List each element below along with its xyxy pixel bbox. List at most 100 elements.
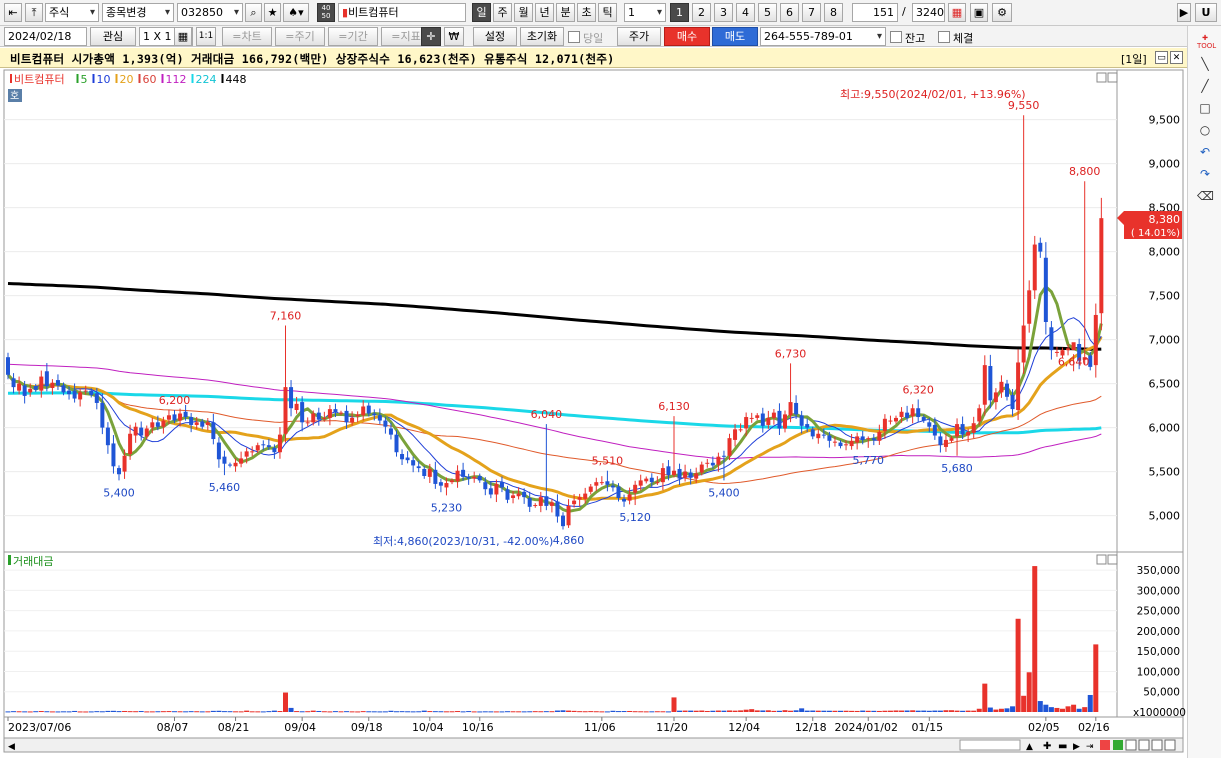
candle-body [605,481,610,485]
circle-tool-icon[interactable]: ○ [1197,122,1213,138]
compare-icon[interactable]: ▦ [948,3,966,22]
sell-button[interactable]: 매도 [712,27,758,46]
display-count-input[interactable]: 151 [852,3,898,22]
minus-icon[interactable]: ▬ [1058,741,1067,752]
copy-icon[interactable] [1151,739,1163,751]
legend-swatch [115,74,118,83]
save-icon[interactable]: ▣ [970,3,988,22]
excel-icon[interactable] [1113,740,1123,750]
search-icon[interactable]: ⌕ [245,3,262,22]
change-stock-select[interactable]: 종목변경 [102,3,174,22]
volume-bar [1037,701,1043,712]
date-field[interactable]: 2024/02/18 [4,27,87,46]
layout-button[interactable]: 1 [670,3,689,22]
erase-all-icon[interactable]: ⌫ [1197,188,1214,204]
ratio-button[interactable]: 1:1 [196,27,216,46]
date-label: 12/18 [795,721,827,734]
period-tab[interactable]: 틱 [598,3,617,22]
layout-button[interactable]: 5 [758,3,777,22]
period-tab[interactable]: 일 [472,3,491,22]
balance-checkbox[interactable]: 잔고 [890,30,925,46]
high-label: 9,550 [1008,99,1040,112]
save-chart-icon[interactable] [1125,739,1137,751]
candle-body [455,470,460,482]
price-button[interactable]: 주가 [617,27,661,46]
badge-40-50[interactable]: 40 50 [317,3,335,22]
zoom-slider[interactable] [959,739,1021,751]
candle-body [866,438,871,440]
chart-button[interactable]: =차트 [222,27,272,46]
stock-code-input[interactable]: 032850 [177,3,243,22]
market-select[interactable]: 주식 [45,3,99,22]
scroll-end-icon[interactable]: ⇥ [1086,742,1094,752]
stock-chart[interactable]: 7,160 6,200 6,040 6,130 5,510 6,730 6,320 9,550… [0,68,1187,758]
pane-close-icon[interactable] [1107,72,1118,83]
period-value-select[interactable]: 1 [624,3,666,22]
today-check-box[interactable] [568,31,580,43]
expand-right-button[interactable]: ▶ [1177,3,1191,22]
print-icon[interactable] [1138,739,1150,751]
fills-checkbox[interactable]: 체결 [938,30,973,46]
layout-button[interactable]: 3 [714,3,733,22]
reset-button[interactable]: 초기화 [520,27,564,46]
account-select[interactable]: 264-555-789-01 [760,27,886,46]
pane-restore-icon[interactable] [1096,72,1107,83]
candle-body [583,493,588,499]
trend-tool-icon[interactable]: ╱ [1197,78,1213,94]
tool-icon[interactable]: ✚ TOOL [1197,34,1216,50]
crosshair-icon[interactable]: ✛ [421,27,441,46]
balance-check-box[interactable] [890,31,902,43]
candle-body [150,422,155,428]
cycle-button[interactable]: =주기 [275,27,325,46]
period-tab[interactable]: 초 [577,3,596,22]
layout-button[interactable]: 4 [736,3,755,22]
red-view-icon[interactable] [1100,740,1110,750]
restore-window-icon[interactable]: ▭ [1155,51,1168,64]
period-tab[interactable]: 주 [493,3,512,22]
gear-icon[interactable]: ⚙ [992,3,1012,22]
watchlist-button[interactable]: 관심 [90,27,136,46]
today-checkbox[interactable]: 당일 [568,30,603,46]
legend-swatch [221,74,224,83]
undo-icon[interactable]: ↶ [1197,144,1213,160]
fullscreen-icon[interactable] [1164,739,1176,751]
zoom-in-icon[interactable]: ▲ [1026,742,1033,752]
volume-bar [976,708,982,712]
settings-button[interactable]: 설정 [473,27,517,46]
buy-button[interactable]: 매수 [664,27,710,46]
layout-button[interactable]: 8 [824,3,843,22]
first-page-button[interactable]: ⇤ [4,3,22,22]
spade-icon[interactable]: ♠▾ [283,3,309,22]
pin-top-button[interactable]: ⤒ [25,3,43,22]
volume-pane [3,551,1118,718]
volume-bar [560,710,566,712]
close-window-icon[interactable]: ✕ [1170,51,1183,64]
star-icon[interactable]: ★ [264,3,281,22]
layout-button[interactable]: 7 [802,3,821,22]
low-label: 5,770 [853,454,885,467]
period-tab[interactable]: 년 [535,3,554,22]
u-button[interactable]: U [1195,3,1217,22]
layout-button[interactable]: 2 [692,3,711,22]
scroll-right-icon[interactable]: ▶ [1073,742,1080,752]
fills-check-box[interactable] [938,31,950,43]
layout-button[interactable]: 6 [780,3,799,22]
volume-bar [893,710,899,712]
low-note: 최저:4,860(2023/10/31, -42.00%) [373,535,553,548]
volume-bar [371,711,377,713]
scroll-left-icon[interactable]: ◀ [8,742,15,752]
plus-icon[interactable]: ✚ [1043,741,1051,752]
candle-body [200,421,205,427]
period-button[interactable]: =기간 [328,27,378,46]
volume-pane-restore-icon[interactable] [1096,554,1107,565]
volume-bar [627,710,633,712]
rectangle-tool-icon[interactable]: □ [1197,100,1213,116]
stock-name-field[interactable]: ▮비트컴퓨터 [338,3,466,22]
period-tab[interactable]: 월 [514,3,533,22]
calendar-icon[interactable]: ▦ [174,27,192,46]
volume-pane-close-icon[interactable] [1107,554,1118,565]
line-tool-icon[interactable]: ╲ [1197,56,1213,72]
redo-icon[interactable]: ↷ [1197,166,1213,182]
period-tab[interactable]: 분 [556,3,575,22]
won-button[interactable]: ₩ [444,27,464,46]
